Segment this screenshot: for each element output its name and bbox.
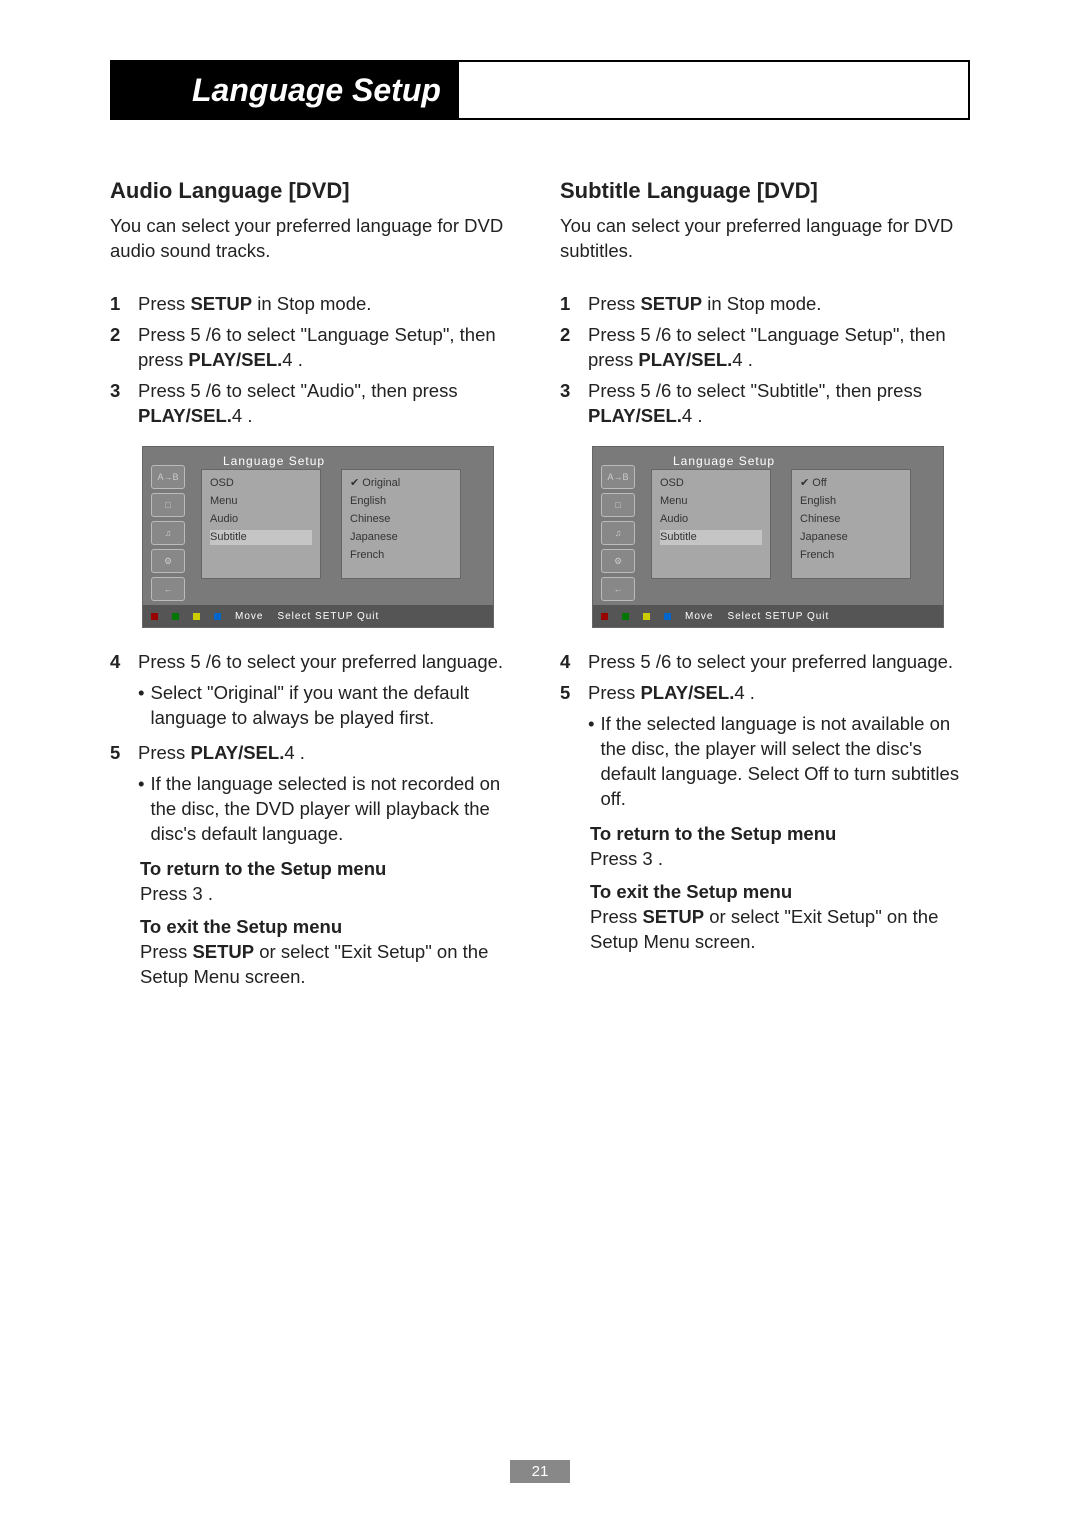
audio-steps-cont: 4Press 5 /6 to select your preferred lan… xyxy=(110,650,520,851)
step-item: 3Press 5 /6 to select "Subtitle", then p… xyxy=(560,379,970,429)
osd-icon: ⚙ xyxy=(151,549,185,573)
step-item: 1Press SETUP in Stop mode. xyxy=(560,292,970,317)
osd-option: French xyxy=(800,548,902,563)
subtitle-heading: Subtitle Language [DVD] xyxy=(560,176,970,206)
osd-option: Audio xyxy=(210,512,312,527)
manual-page: Language Setup Audio Language [DVD] You … xyxy=(0,0,1080,1521)
subtitle-intro: You can select your preferred language f… xyxy=(560,214,970,264)
osd-panel-right: ✔ Original English Chinese Japanese French xyxy=(341,469,461,579)
osd-footer: Move Select SETUP Quit xyxy=(593,605,943,627)
step-item: 1Press SETUP in Stop mode. xyxy=(110,292,520,317)
osd-panel-left: OSD Menu Audio Subtitle xyxy=(201,469,321,579)
step-item: 2Press 5 /6 to select "Language Setup", … xyxy=(110,323,520,373)
osd-option: Subtitle xyxy=(660,530,762,545)
osd-footer: Move Select SETUP Quit xyxy=(143,605,493,627)
exit-body: Press SETUP or select "Exit Setup" on th… xyxy=(140,940,520,990)
step-item: 3Press 5 /6 to select "Audio", then pres… xyxy=(110,379,520,429)
osd-icon: ♫ xyxy=(601,521,635,545)
osd-screenshot-audio: Language Setup A→B □ ♫ ⚙ ← OSDMenuAudioS… xyxy=(142,446,494,628)
return-title: To return to the Setup menu xyxy=(590,822,970,847)
subtitle-steps-cont: 4Press 5 /6 to select your preferred lan… xyxy=(560,650,970,816)
return-title: To return to the Setup menu xyxy=(140,857,520,882)
osd-icon: ← xyxy=(601,577,635,601)
step-item: 4Press 5 /6 to select your preferred lan… xyxy=(560,650,970,675)
osd-option: English xyxy=(800,494,902,509)
osd-option: OSD xyxy=(210,476,312,491)
osd-panel-left: OSD Menu Audio Subtitle xyxy=(651,469,771,579)
section-title-bar: Language Setup xyxy=(110,60,970,120)
title-block xyxy=(112,62,186,118)
osd-option: English xyxy=(350,494,452,509)
audio-language-column: Audio Language [DVD] You can select your… xyxy=(110,176,520,998)
step-item: 5Press PLAY/SEL.4 . xyxy=(110,741,520,766)
osd-option: ✔ Original xyxy=(350,476,452,491)
exit-title: To exit the Setup menu xyxy=(140,915,520,940)
step-sub-item: •Select "Original" if you want the defau… xyxy=(110,681,520,735)
osd-option: Japanese xyxy=(800,530,902,545)
osd-icon: ⚙ xyxy=(601,549,635,573)
osd-option: OSD xyxy=(660,476,762,491)
exit-title: To exit the Setup menu xyxy=(590,880,970,905)
step-item: 2Press 5 /6 to select "Language Setup", … xyxy=(560,323,970,373)
osd-option: Chinese xyxy=(800,512,902,527)
page-number: 21 xyxy=(0,1460,1080,1483)
subtitle-language-column: Subtitle Language [DVD] You can select y… xyxy=(560,176,970,998)
osd-option: Audio xyxy=(660,512,762,527)
osd-option: ✔ Off xyxy=(800,476,902,491)
step-item: 5Press PLAY/SEL.4 . xyxy=(560,681,970,706)
section-title: Language Setup xyxy=(186,62,459,118)
audio-intro: You can select your preferred language f… xyxy=(110,214,520,264)
osd-option: Japanese xyxy=(350,530,452,545)
osd-icon: A→B xyxy=(151,465,185,489)
osd-sidebar-icons: A→B □ ♫ ⚙ ← xyxy=(601,465,641,605)
osd-icon: ♫ xyxy=(151,521,185,545)
audio-steps: 1Press SETUP in Stop mode. 2Press 5 /6 to… xyxy=(110,292,520,429)
osd-panel-right: ✔ Off English Chinese Japanese French xyxy=(791,469,911,579)
return-body: Press 3 . xyxy=(590,847,970,872)
osd-icon: ← xyxy=(151,577,185,601)
exit-body: Press SETUP or select "Exit Setup" on th… xyxy=(590,905,970,955)
step-item: 4Press 5 /6 to select your preferred lan… xyxy=(110,650,520,675)
return-body: Press 3 . xyxy=(140,882,520,907)
audio-heading: Audio Language [DVD] xyxy=(110,176,520,206)
step-sub-item: •If the selected language is not availab… xyxy=(560,712,970,816)
osd-icon: □ xyxy=(601,493,635,517)
osd-sidebar-icons: A→B □ ♫ ⚙ ← xyxy=(151,465,191,605)
osd-icon: □ xyxy=(151,493,185,517)
osd-option: Subtitle xyxy=(210,530,312,545)
osd-option: Menu xyxy=(660,494,762,509)
subtitle-steps: 1Press SETUP in Stop mode. 2Press 5 /6 to… xyxy=(560,292,970,429)
osd-option: Chinese xyxy=(350,512,452,527)
osd-screenshot-subtitle: Language Setup A→B □ ♫ ⚙ ← OSDMenuAudioS… xyxy=(592,446,944,628)
osd-icon: A→B xyxy=(601,465,635,489)
osd-option: French xyxy=(350,548,452,563)
step-sub-item: •If the language selected is not recorde… xyxy=(110,772,520,851)
osd-option: Menu xyxy=(210,494,312,509)
